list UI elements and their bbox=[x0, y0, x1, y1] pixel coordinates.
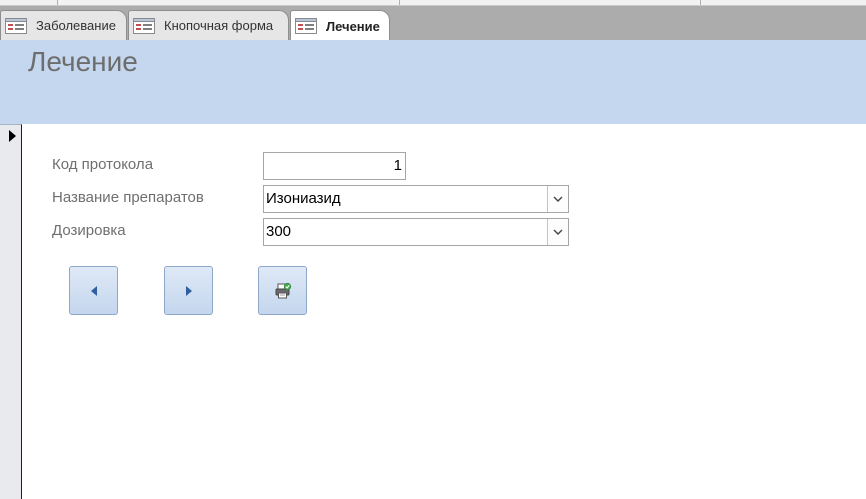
protocol-code-label: Код протокола bbox=[52, 156, 154, 173]
dosage-value: 300 bbox=[266, 223, 292, 240]
form-icon bbox=[295, 18, 317, 34]
tab-lechenie[interactable]: Лечение bbox=[290, 10, 390, 41]
next-record-button[interactable] bbox=[164, 266, 213, 315]
drug-name-dropdown-button[interactable] bbox=[547, 186, 568, 212]
document-tab-bar: Заболевание Кнопочная форма Лечение bbox=[0, 6, 866, 41]
chevron-down-icon bbox=[553, 196, 563, 202]
tab-label: Лечение bbox=[326, 18, 380, 34]
previous-record-icon bbox=[90, 285, 97, 296]
tab-label: Заболевание bbox=[36, 18, 116, 33]
next-record-icon bbox=[185, 285, 192, 296]
record-selector[interactable] bbox=[0, 124, 22, 499]
current-record-arrow-icon bbox=[9, 130, 16, 142]
dosage-combo[interactable]: 300 bbox=[263, 218, 569, 246]
drug-name-value: Изониазид bbox=[266, 190, 341, 207]
form-header: Лечение bbox=[0, 40, 866, 124]
tab-zabolevanie[interactable]: Заболевание bbox=[0, 10, 127, 40]
protocol-code-field[interactable]: 1 bbox=[263, 152, 406, 180]
dosage-dropdown-button[interactable] bbox=[547, 219, 568, 245]
tab-label: Кнопочная форма bbox=[164, 18, 274, 33]
tab-knopochnaya-forma[interactable]: Кнопочная форма bbox=[128, 10, 289, 40]
form-title: Лечение bbox=[28, 46, 138, 77]
form-icon bbox=[133, 17, 155, 34]
dosage-label: Дозировка bbox=[52, 222, 126, 239]
form-icon bbox=[5, 17, 27, 34]
drug-name-label: Название препаратов bbox=[52, 189, 204, 206]
print-icon bbox=[275, 282, 291, 298]
previous-record-button[interactable] bbox=[69, 266, 118, 315]
chevron-down-icon bbox=[553, 229, 563, 235]
print-button[interactable] bbox=[258, 266, 307, 315]
drug-name-combo[interactable]: Изониазид bbox=[263, 185, 569, 213]
